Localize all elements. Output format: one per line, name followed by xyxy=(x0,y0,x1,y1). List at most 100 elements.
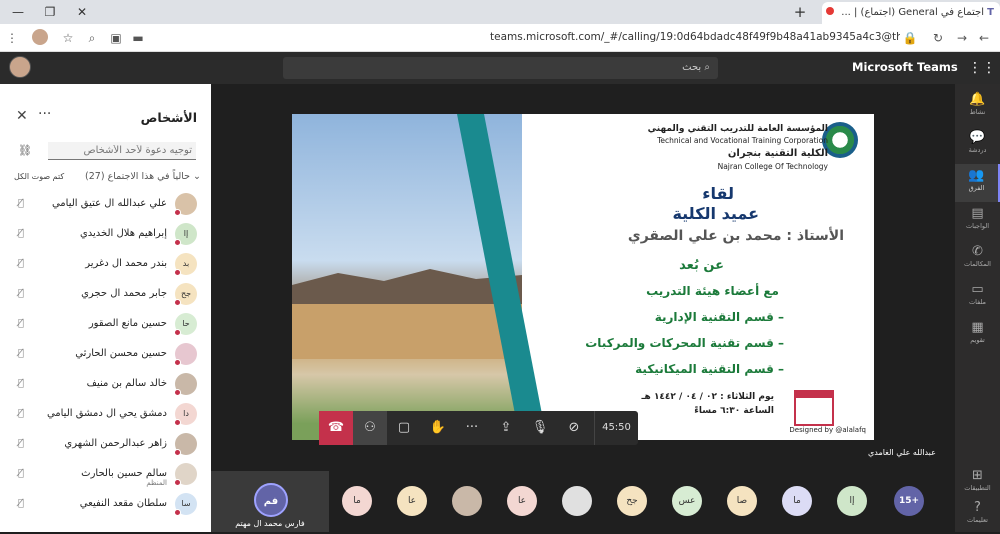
participant-row[interactable]: 🎙̸ إبراهيم هلال الخديدي إا xyxy=(0,220,211,250)
participant-row[interactable]: 🎙̸ سلطان مقعد النفيعي سا xyxy=(0,490,211,520)
camera-icon[interactable]: ▣ xyxy=(108,30,124,46)
gallery-avatar[interactable]: عا xyxy=(507,486,537,516)
chat-button[interactable]: ▢ xyxy=(387,411,421,445)
reload-icon[interactable]: ↻ xyxy=(930,30,946,46)
forward-icon[interactable]: ← xyxy=(976,30,992,46)
participant-row[interactable]: 🎙̸ خالد سالم بن منيف xyxy=(0,370,211,400)
rail-item-chat[interactable]: 💬 دردشة xyxy=(955,126,1000,164)
raise-hand-button[interactable]: ✋ xyxy=(421,411,455,445)
star-icon[interactable]: ☆ xyxy=(60,30,76,46)
chevron-down-icon: ⌄ xyxy=(190,171,201,182)
status-dot xyxy=(174,359,181,366)
back-icon[interactable]: → xyxy=(954,30,970,46)
participant-name: إبراهيم هلال الخديدي xyxy=(79,228,167,239)
restore-icon[interactable]: ❐ xyxy=(40,4,60,20)
close-window-icon[interactable]: ✕ xyxy=(72,4,92,20)
mic-off-icon[interactable]: 🎙̸ xyxy=(18,228,24,239)
participant-row[interactable]: 🎙̸ جابر محمد ال حجري جح xyxy=(0,280,211,310)
status-dot xyxy=(174,299,181,306)
waffle-icon[interactable]: ⋮⋮ xyxy=(968,58,996,78)
teams-icon: 👥 xyxy=(968,168,985,183)
gallery-avatar[interactable]: ما xyxy=(782,486,812,516)
teams-icon: T xyxy=(987,7,994,18)
participant-role: المنظم xyxy=(146,479,167,487)
more-participants-button[interactable]: 15+ xyxy=(894,486,924,516)
participant-row[interactable]: 🎙̸ علي عبدالله ال عتيق اليامي xyxy=(0,190,211,220)
rail-item-calendar[interactable]: ▦ تقويم xyxy=(955,316,1000,354)
participants-button[interactable]: ⚇ xyxy=(353,411,387,445)
gallery-avatar[interactable]: عا xyxy=(397,486,427,516)
browser-tab[interactable]: T اجتماع في General (اجتماع) | ... ✕ xyxy=(822,2,1000,24)
participant-row[interactable]: 🎙̸ زاهر عبدالرحمن الشهري xyxy=(0,430,211,460)
panel-title: الأشخاص xyxy=(140,110,197,125)
participant-row[interactable]: 🎙̸ حسين مانع الصقور حا xyxy=(0,310,211,340)
files-icon: ▭ xyxy=(971,282,984,297)
mic-off-icon[interactable]: 🎙̸ xyxy=(18,198,24,209)
link-icon[interactable]: ⛓ xyxy=(18,144,32,157)
gallery-avatar[interactable] xyxy=(562,486,592,516)
mic-off-icon[interactable]: 🎙̸ xyxy=(18,318,24,329)
mic-off-icon[interactable]: 🎙̸ xyxy=(18,348,24,359)
rail-item-calls[interactable]: ✆ المكالمات xyxy=(955,240,1000,278)
mic-off-icon[interactable]: 🎙̸ xyxy=(18,468,24,479)
rail-item-assignments[interactable]: ▤ الواجبات xyxy=(955,202,1000,240)
close-icon[interactable]: ✕ xyxy=(16,108,28,124)
app-title: Microsoft Teams xyxy=(852,60,958,74)
cast-icon[interactable]: ▬ xyxy=(130,30,146,46)
mic-off-icon[interactable]: 🎙̸ xyxy=(18,378,24,389)
avatar-initials: إا xyxy=(183,229,189,238)
rail-item-help[interactable]: ? تعليمات xyxy=(955,496,1000,534)
search-input[interactable]: ⌕ بحث xyxy=(283,57,718,79)
invite-input[interactable] xyxy=(48,142,196,160)
participant-row[interactable]: 🎙̸ بندر محمد ال دغرير بد xyxy=(0,250,211,280)
participant-name: حسين مانع الصقور xyxy=(88,318,167,329)
participant-row[interactable]: 🎙̸ دمشق يحي ال دمشق اليامي دا xyxy=(0,400,211,430)
gallery-avatar[interactable]: جح xyxy=(617,486,647,516)
gallery-avatar[interactable]: ما xyxy=(342,486,372,516)
rail-label: المكالمات xyxy=(964,260,991,268)
section-header[interactable]: ⌄ حالياً في هذا الاجتماع (27) xyxy=(85,171,201,182)
section-label: حالياً في هذا الاجتماع (27) xyxy=(85,171,191,182)
call-controls: ☎ ⚇ ▢ ✋ ··· ⇪ 🎙 ⊘ 45:50 xyxy=(319,411,638,445)
participant-name: سلطان مقعد النفيعي xyxy=(79,498,167,509)
new-tab-button[interactable]: + xyxy=(790,3,810,21)
participant-name: جابر محمد ال حجري xyxy=(81,288,167,299)
org-english: Technical and Vocational Training Corpor… xyxy=(657,136,828,145)
mic-off-icon[interactable]: 🎙̸ xyxy=(18,498,24,509)
more-actions-button[interactable]: ··· xyxy=(455,411,489,445)
user-avatar[interactable] xyxy=(9,56,31,78)
rail-label: نشاط xyxy=(969,108,986,116)
mute-all-button[interactable]: كتم صوت الكل xyxy=(14,172,64,181)
url-text[interactable]: teams.microsoft.com/_#/calling/19:0d64bd… xyxy=(490,31,900,43)
camera-off-button[interactable]: ⊘ xyxy=(557,411,591,445)
participant-name: خالد سالم بن منيف xyxy=(86,378,167,389)
mic-off-icon[interactable]: 🎙̸ xyxy=(18,288,24,299)
rail-label: تقويم xyxy=(970,336,985,344)
rail-item-activity[interactable]: 🔔 نشاط xyxy=(955,88,1000,126)
zoom-icon[interactable]: ⌕ xyxy=(84,30,100,46)
mic-off-icon[interactable]: 🎙̸ xyxy=(18,408,24,419)
slide-line-6: – قسم التقنية الإدارية xyxy=(654,310,784,324)
hang-up-button[interactable]: ☎ xyxy=(319,411,353,445)
minimize-icon[interactable]: — xyxy=(8,4,28,20)
more-options-icon[interactable]: ··· xyxy=(38,106,51,122)
profile-avatar[interactable] xyxy=(32,29,48,45)
mic-off-button[interactable]: 🎙 xyxy=(523,411,557,445)
call-timer: 45:50 xyxy=(594,411,638,445)
gallery-avatar[interactable]: صا xyxy=(727,486,757,516)
participant-name: حسين محسن الحارثي xyxy=(75,348,167,359)
share-button[interactable]: ⇪ xyxy=(489,411,523,445)
rail-item-teams[interactable]: 👥 الفرق xyxy=(955,164,1000,202)
mic-off-icon[interactable]: 🎙̸ xyxy=(18,258,24,269)
slide-line-3: الأستاذ : محمد بن علي الصقري xyxy=(627,228,844,244)
menu-dots-icon[interactable]: ⋮ xyxy=(4,30,20,46)
gallery-avatar[interactable]: إا xyxy=(837,486,867,516)
participant-row[interactable]: 🎙̸ سالم حسين بالحارث المنظم xyxy=(0,460,211,490)
help-icon: ? xyxy=(974,500,981,515)
participant-row[interactable]: 🎙̸ حسين محسن الحارثي xyxy=(0,340,211,370)
mic-off-icon[interactable]: 🎙̸ xyxy=(18,438,24,449)
gallery-avatar[interactable] xyxy=(452,486,482,516)
gallery-avatar[interactable]: عس xyxy=(672,486,702,516)
avatar xyxy=(174,373,197,396)
rail-item-files[interactable]: ▭ ملفات xyxy=(955,278,1000,316)
